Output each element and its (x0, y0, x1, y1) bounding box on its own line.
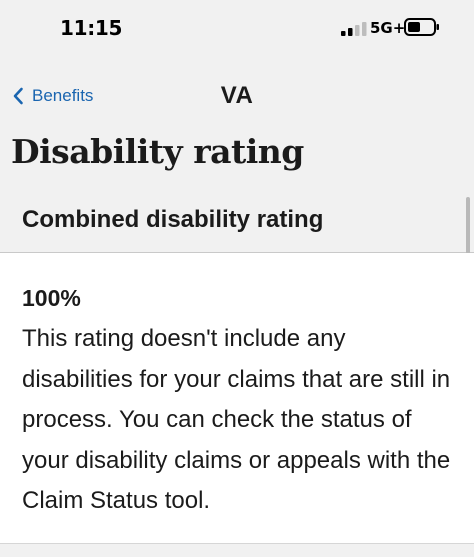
network-type: 5G+ (370, 19, 406, 37)
section-divider (0, 543, 474, 557)
combined-rating-value: 100% (22, 285, 81, 311)
page-title: Disability rating (11, 132, 304, 171)
status-bar: 11:15 5G+ (0, 0, 474, 62)
status-time: 11:15 (60, 16, 123, 40)
battery-icon (404, 18, 439, 36)
rating-description: This rating doesn't include any disabili… (22, 325, 451, 514)
cellular-signal-icon (341, 22, 367, 36)
nav-title: VA (220, 82, 254, 109)
section-heading: Combined disability rating (22, 206, 324, 233)
rating-content: 100% This rating doesn't include any dis… (0, 253, 474, 543)
page-header: Benefits VA Disability rating Combined d… (0, 62, 474, 307)
